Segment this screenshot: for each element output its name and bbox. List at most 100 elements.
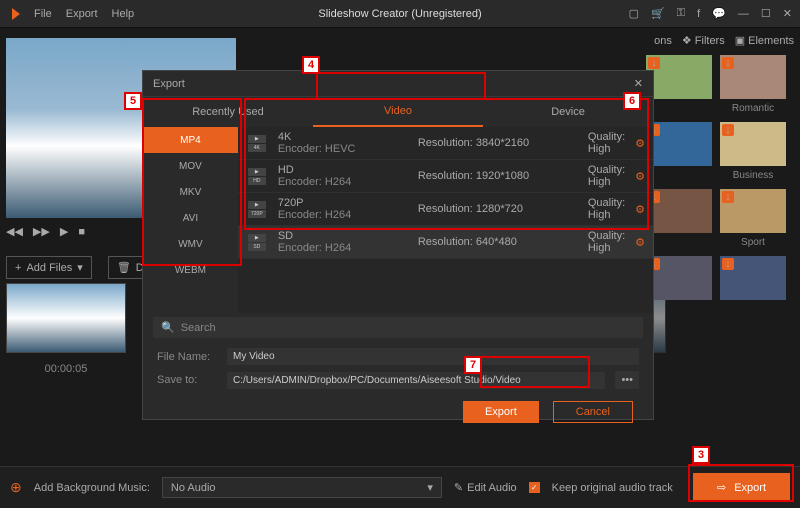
format-mkv[interactable]: MKV (143, 179, 238, 205)
maximize-icon[interactable]: ☐ (761, 7, 771, 20)
add-music-icon[interactable]: ⊕ (10, 479, 22, 496)
add-files-button[interactable]: +Add Files▾ (6, 256, 92, 279)
res-resolution: Resolution: 640*480 (418, 236, 578, 248)
resolution-4k[interactable]: ▶4K 4KEncoder: HEVC Resolution: 3840*216… (238, 127, 653, 160)
minimize-icon[interactable]: — (738, 8, 749, 20)
search-input[interactable]: 🔍 Search (153, 317, 643, 338)
search-placeholder: Search (181, 322, 216, 334)
app-logo (8, 6, 24, 22)
res-quality: Quality: High (588, 164, 625, 188)
theme-item[interactable]: ↓ (646, 122, 712, 181)
plus-icon: + (15, 262, 21, 274)
format-mp4[interactable]: MP4 (143, 127, 238, 153)
download-icon[interactable]: ↓ (722, 57, 734, 69)
menu-file[interactable]: File (34, 8, 52, 20)
saveto-label: Save to: (157, 374, 217, 386)
download-icon[interactable]: ↓ (722, 258, 734, 270)
resolution-hd[interactable]: ▶HD HDEncoder: H264 Resolution: 1920*108… (238, 160, 653, 193)
clip-duration: 00:00:05 (6, 363, 126, 375)
dialog-cancel-button[interactable]: Cancel (553, 401, 633, 423)
prev-icon[interactable]: ◀◀ (6, 225, 23, 238)
resolution-sd[interactable]: ▶SD SDEncoder: H264 Resolution: 640*480 … (238, 226, 653, 259)
key-icon[interactable]: ⚿ (677, 7, 685, 20)
callout-num-6: 6 (623, 92, 641, 110)
filters-label: Filters (695, 35, 725, 47)
theme-item[interactable]: ↓ (646, 256, 712, 300)
dialog-body: MP4 MOV MKV AVI WMV WEBM ▶4K 4KEncoder: … (143, 127, 653, 313)
res-encoder: Encoder: HEVC (278, 143, 408, 155)
search-icon: 🔍 (161, 321, 175, 334)
edit-audio-button[interactable]: ✎Edit Audio (454, 481, 517, 494)
res-resolution: Resolution: 1920*1080 (418, 170, 578, 182)
filename-input[interactable]: My Video (227, 348, 639, 365)
keep-audio-checkbox[interactable]: ✓ (529, 482, 540, 493)
gear-icon[interactable]: ⚙ (635, 203, 645, 216)
theme-item[interactable]: ↓ Business (720, 122, 786, 181)
format-avi[interactable]: AVI (143, 205, 238, 231)
format-mov[interactable]: MOV (143, 153, 238, 179)
cart-icon[interactable]: 🛒 (651, 7, 665, 20)
browse-button[interactable]: ••• (615, 371, 639, 389)
app-title: Slideshow Creator (Unregistered) (318, 8, 481, 20)
callout-num-5: 5 (124, 92, 142, 110)
main-export-button[interactable]: ⇨ Export (693, 473, 790, 502)
dialog-tabs: Recently Used Video Device (143, 97, 653, 127)
tab-video[interactable]: Video (313, 97, 483, 127)
res-quality: Quality: High (588, 131, 625, 155)
saveto-input[interactable]: C:/Users/ADMIN/Dropbox/PC/Documents/Aise… (227, 372, 605, 389)
play-icon[interactable]: ▶ (60, 225, 68, 238)
theme-label: Business (720, 170, 786, 181)
playback-controls: ◀◀ ▶▶ ▶ ■ (6, 225, 85, 238)
res-resolution: Resolution: 1280*720 (418, 203, 578, 215)
dialog-export-button[interactable]: Export (463, 401, 539, 423)
next-icon[interactable]: ▶▶ (33, 225, 50, 238)
theme-item[interactable]: ↓ (720, 256, 786, 300)
tab-elements[interactable]: ▣Elements (735, 34, 794, 47)
bottom-bar: ⊕ Add Background Music: No Audio▾ ✎Edit … (0, 466, 800, 508)
theme-grid: ↓ ↓ Romantic ↓ ↓ Business ↓ ↓Sport ↓ ↓ (646, 55, 794, 300)
facebook-icon[interactable]: f (697, 8, 700, 20)
edit-audio-label: Edit Audio (467, 482, 517, 494)
menu-help[interactable]: Help (112, 8, 135, 20)
trash-icon: 🗑 (117, 261, 131, 274)
callout-num-4: 4 (302, 56, 320, 74)
res-encoder: Encoder: H264 (278, 242, 408, 254)
res-name: 4K (278, 131, 408, 143)
stop-icon[interactable]: ■ (78, 226, 85, 238)
gear-icon[interactable]: ⚙ (635, 137, 645, 150)
feedback-icon[interactable]: 💬 (712, 7, 726, 20)
menu-export[interactable]: Export (66, 8, 98, 20)
close-icon[interactable]: ✕ (783, 7, 792, 20)
window-controls: ▢ 🛒 ⚿ f 💬 — ☐ ✕ (629, 7, 792, 20)
theme-item[interactable]: ↓Sport (720, 189, 786, 248)
audio-value: No Audio (171, 482, 216, 494)
chevron-down-icon: ▾ (77, 261, 83, 274)
export-label: Export (734, 482, 766, 494)
theme-item[interactable]: ↓ Romantic (720, 55, 786, 114)
filename-label: File Name: (157, 351, 217, 363)
timeline-clip[interactable]: 00:00:05 (6, 283, 126, 375)
theme-label: Romantic (720, 103, 786, 114)
resolution-720p[interactable]: ▶720P 720PEncoder: H264 Resolution: 1280… (238, 193, 653, 226)
dialog-fields: File Name: My Video Save to: C:/Users/ADMI… (143, 342, 653, 401)
screenshot-icon[interactable]: ▢ (629, 7, 639, 20)
tab-recently-used[interactable]: Recently Used (143, 97, 313, 127)
tab-transitions[interactable]: ons (654, 34, 672, 47)
gear-icon[interactable]: ⚙ (635, 236, 645, 249)
theme-item[interactable]: ↓ (646, 55, 712, 114)
gear-icon[interactable]: ⚙ (635, 170, 645, 183)
resolution-list: ▶4K 4KEncoder: HEVC Resolution: 3840*216… (238, 127, 653, 313)
tab-filters[interactable]: ❖Filters (682, 34, 725, 47)
keep-audio-label: Keep original audio track (552, 482, 673, 494)
dialog-close-icon[interactable]: ✕ (634, 77, 643, 90)
download-icon[interactable]: ↓ (648, 57, 660, 69)
callout-num-7: 7 (464, 356, 482, 374)
download-icon[interactable]: ↓ (722, 124, 734, 136)
format-webm[interactable]: WEBM (143, 257, 238, 283)
theme-item[interactable]: ↓ (646, 189, 712, 248)
export-icon: ⇨ (717, 481, 726, 494)
download-icon[interactable]: ↓ (722, 191, 734, 203)
filters-icon: ❖ (682, 34, 692, 47)
audio-select[interactable]: No Audio▾ (162, 477, 442, 498)
format-wmv[interactable]: WMV (143, 231, 238, 257)
